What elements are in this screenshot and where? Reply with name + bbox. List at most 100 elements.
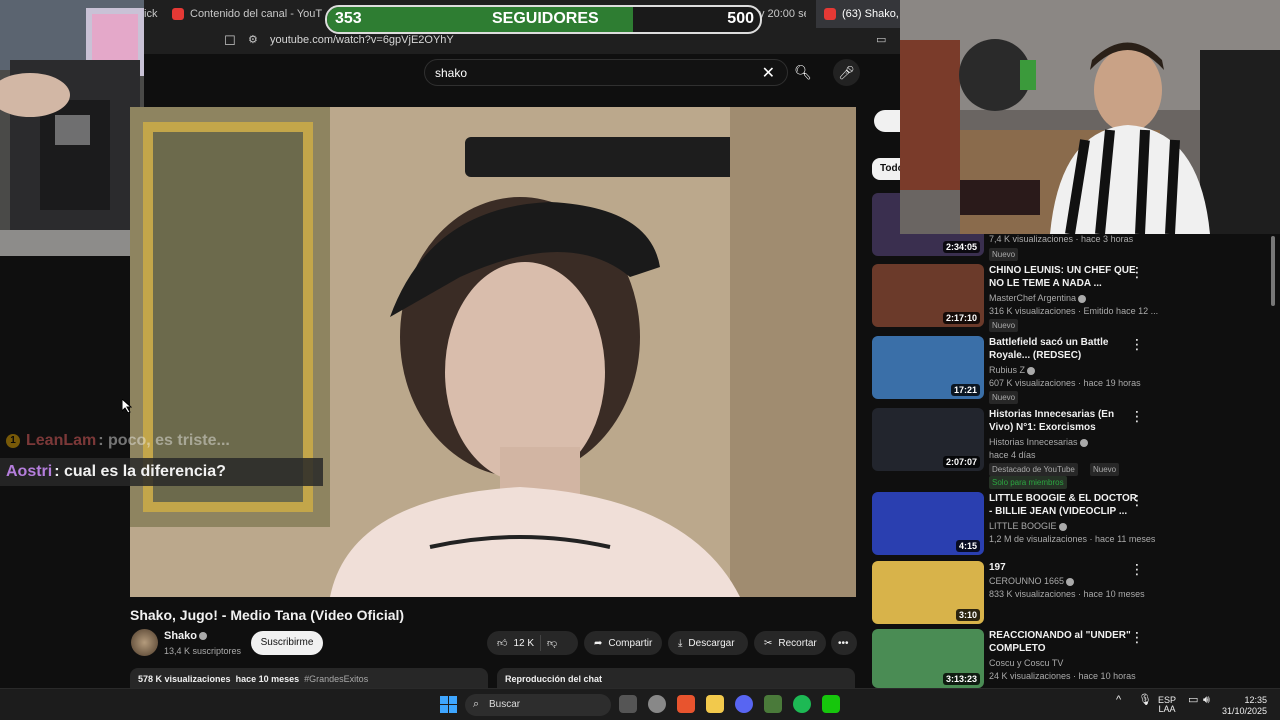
channel-name[interactable]: MasterChef Argentina [989,293,1087,303]
recommendation-item[interactable]: 3:10 197 CEROUNNO 1665 833 K visualizaci… [872,561,1172,625]
browser-tab[interactable]: Contenido del canal - YouTube Studi [172,0,322,28]
app-icon[interactable] [764,695,782,713]
more-options-icon[interactable]: ⋮ [1130,492,1144,509]
video-title[interactable]: CHINO LEUNIS: UN CHEF QUE NO LE TEME A N… [989,264,1139,290]
microphone-icon[interactable]: 🎙︎ [1138,695,1152,706]
browser-tab-active[interactable]: (63) Shako, Jugo [816,0,900,28]
kick-icon[interactable] [822,695,840,713]
channel-name[interactable]: LITTLE BOOGIE [989,521,1067,531]
volume-icon[interactable]: 🔊︎ [1203,695,1210,706]
more-options-icon[interactable]: ⋮ [1130,264,1144,281]
share-icon: ➦ [594,637,603,649]
more-icon: ••• [838,637,849,649]
duration: 2:07:07 [942,456,980,468]
close-icon[interactable]: ✕ [762,63,775,83]
language-indicator[interactable]: ESP LAA [1158,696,1176,714]
microphone-icon[interactable]: 🎤︎ [833,59,860,86]
video-thumbnail[interactable]: 4:15 [872,492,984,555]
more-actions-button[interactable]: ••• [831,631,857,655]
recommendation-item[interactable]: 4:15 LITTLE BOOGIE & EL DOCTOR - BILLIE … [872,492,1172,556]
taskbar-search[interactable]: ⌕ Buscar [465,694,611,716]
scrollbar[interactable] [1271,236,1275,306]
spotify-icon[interactable] [793,695,811,713]
badge-icon: 1 [6,434,20,448]
more-options-icon[interactable]: ⋮ [1130,629,1144,646]
like-count[interactable]: 12 K [513,638,534,649]
channel-name-text[interactable]: Rubius Z [989,365,1025,375]
recommendation-item[interactable]: 3:13:23 REACCIONANDO al "UNDER" COMPLETO… [872,629,1172,689]
clock[interactable]: 12:35 31/10/2025 [1222,695,1267,717]
channel-name[interactable]: Rubius Z [989,365,1036,375]
folder-icon[interactable] [706,695,724,713]
video-title[interactable]: REACCIONANDO al "UNDER" COMPLETO [989,629,1139,655]
url-text[interactable]: youtube.com/watch?v=6gpVjE2OYhY [270,34,454,46]
description-box[interactable]: 578 K visualizaciones hace 10 meses #Gra… [130,668,488,690]
video-thumbnail[interactable]: 2:07:07 [872,408,984,471]
chat-replay-label: Reproducción del chat [505,674,603,684]
channel-name-text[interactable]: MasterChef Argentina [989,293,1076,303]
video-title[interactable]: Historias Innecesarias (En Vivo) N°1: Ex… [989,408,1139,434]
right-webcam-overlay [900,0,1280,234]
video-thumbnail[interactable]: 3:13:23 [872,629,984,688]
recommendation-item[interactable]: 17:21 Battlefield sacó un Battle Royale.… [872,336,1172,404]
bookmark-icon[interactable]: ☐ [224,33,236,49]
search-icon[interactable]: 🔍︎ [788,59,818,86]
avatar[interactable] [131,629,158,656]
chat-replay-panel[interactable]: Reproducción del chat [497,668,855,690]
video-thumbnail[interactable]: 17:21 [872,336,984,399]
video-title[interactable]: 197 [989,561,1139,574]
browser-tab[interactable]: ick [144,0,158,28]
recommendation-item[interactable]: 2:07:07 Historias Innecesarias (En Vivo)… [872,408,1172,489]
video-title[interactable]: Battlefield sacó un Battle Royale... (RE… [989,336,1139,362]
channel-name-text[interactable]: LITTLE BOOGIE [989,521,1057,531]
new-badge: Nuevo [1090,463,1120,476]
chevron-up-icon[interactable]: ^ [1116,695,1121,706]
upload-age: hace 10 meses [235,674,300,684]
download-button[interactable]: ⤓ Descargar [668,631,748,655]
dislike-icon[interactable]: 👎︎ [547,637,557,649]
video-title[interactable]: LITTLE BOOGIE & EL DOCTOR - BILLIE JEAN … [989,492,1139,518]
subscribe-button[interactable]: Suscribirme [251,631,323,655]
duration: 2:34:05 [942,241,980,253]
cast-icon[interactable]: ▭ [876,33,886,46]
windows-start-icon[interactable] [440,696,457,713]
channel-name[interactable]: CEROUNNO 1665 [989,576,1075,586]
video-thumbnail[interactable]: 3:10 [872,561,984,624]
network-icon[interactable]: ▭ [1188,695,1198,706]
members-only-badge: Solo para miembros [989,476,1067,489]
video-meta: hace 4 días [989,450,1036,460]
channel-name[interactable]: Shako [164,630,208,642]
channel-name[interactable]: Coscu y Coscu TV [989,658,1063,668]
more-options-icon[interactable]: ⋮ [1130,561,1144,578]
like-icon[interactable]: 👍︎ [497,637,507,649]
share-button[interactable]: ➦ Compartir [584,631,662,655]
video-player[interactable] [130,107,856,597]
chip-all[interactable]: Todo [872,158,902,180]
recommendation-item[interactable]: 2:17:10 CHINO LEUNIS: UN CHEF QUE NO LE … [872,264,1172,332]
clip-button[interactable]: ✂ Recortar [754,631,826,655]
more-options-icon[interactable]: ⋮ [1130,336,1144,353]
verified-icon [1078,294,1087,303]
brave-icon[interactable] [677,695,695,713]
video-meta: 316 K visualizaciones · Emitido hace 12 … [989,306,1159,316]
channel-name-text[interactable]: Shako [164,630,197,642]
youtube-icon [824,8,836,20]
task-view-icon[interactable] [619,695,637,713]
hashtag-link[interactable]: #GrandesExitos [304,674,368,684]
more-options-icon[interactable]: ⋮ [1130,408,1144,425]
tab-label: Contenido del canal - YouTube Studi [190,8,322,20]
video-meta: 833 K visualizaciones · hace 10 meses [989,589,1145,599]
discord-icon[interactable] [735,695,753,713]
channel-name[interactable]: Historias Innecesarias [989,437,1088,447]
search-query[interactable]: shako [435,66,467,80]
channel-name-text[interactable]: Historias Innecesarias [989,437,1078,447]
chat-message: 1 LeanLam : poco, es triste... [0,427,230,455]
chrome-icon[interactable] [648,695,666,713]
subscriber-count: 13,4 K suscriptores [164,646,242,656]
new-badge: Nuevo [989,319,1019,332]
search-input[interactable]: shako ✕ [424,59,788,86]
download-icon: ⤓ [678,637,683,649]
channel-name-text[interactable]: CEROUNNO 1665 [989,576,1064,586]
video-thumbnail[interactable]: 2:17:10 [872,264,984,327]
site-info-icon[interactable]: ⚙ [248,33,258,46]
